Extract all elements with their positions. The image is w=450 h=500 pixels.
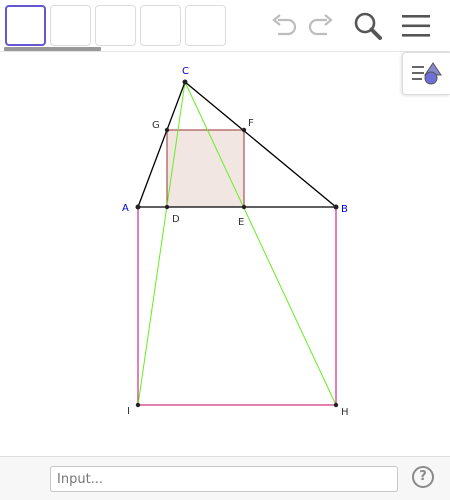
line-C-H: [184, 81, 337, 406]
inscribed-square: [166, 129, 245, 208]
point-D[interactable]: [164, 204, 170, 210]
point-E[interactable]: [241, 204, 247, 210]
outer-square: [137, 207, 337, 406]
toolbar: [0, 0, 450, 52]
algebra-input[interactable]: [50, 466, 398, 492]
tool-slot-4[interactable]: [140, 5, 181, 46]
label-A: A: [122, 203, 129, 214]
toolbar-scroll-indicator: [4, 47, 101, 51]
point-A[interactable]: [135, 204, 141, 210]
label-I: I: [127, 406, 130, 417]
label-F: F: [248, 118, 254, 129]
tool-slot-5[interactable]: [185, 5, 226, 46]
point-H[interactable]: [333, 402, 339, 408]
undo-icon[interactable]: [268, 12, 300, 40]
point-G[interactable]: [164, 127, 170, 133]
point-F[interactable]: [241, 127, 247, 133]
label-E: E: [238, 217, 244, 228]
graphics-view[interactable]: A B C D E F G H I: [0, 52, 450, 456]
label-C: C: [182, 66, 189, 77]
label-H: H: [341, 407, 349, 418]
line-C-I: [137, 81, 186, 406]
point-B[interactable]: [333, 204, 339, 210]
tool-slot-2[interactable]: [50, 5, 91, 46]
menu-icon[interactable]: [401, 12, 431, 40]
point-C[interactable]: [182, 79, 188, 85]
label-B: B: [341, 204, 348, 215]
input-bar: [0, 456, 450, 500]
help-icon[interactable]: ?: [412, 466, 434, 488]
search-icon[interactable]: [352, 10, 384, 42]
point-I[interactable]: [135, 402, 141, 408]
points: [135, 79, 339, 408]
tool-slot-3[interactable]: [95, 5, 136, 46]
label-G: G: [152, 120, 160, 131]
label-D: D: [172, 214, 180, 225]
tool-slot-1[interactable]: [5, 5, 46, 46]
redo-icon[interactable]: [305, 12, 337, 40]
